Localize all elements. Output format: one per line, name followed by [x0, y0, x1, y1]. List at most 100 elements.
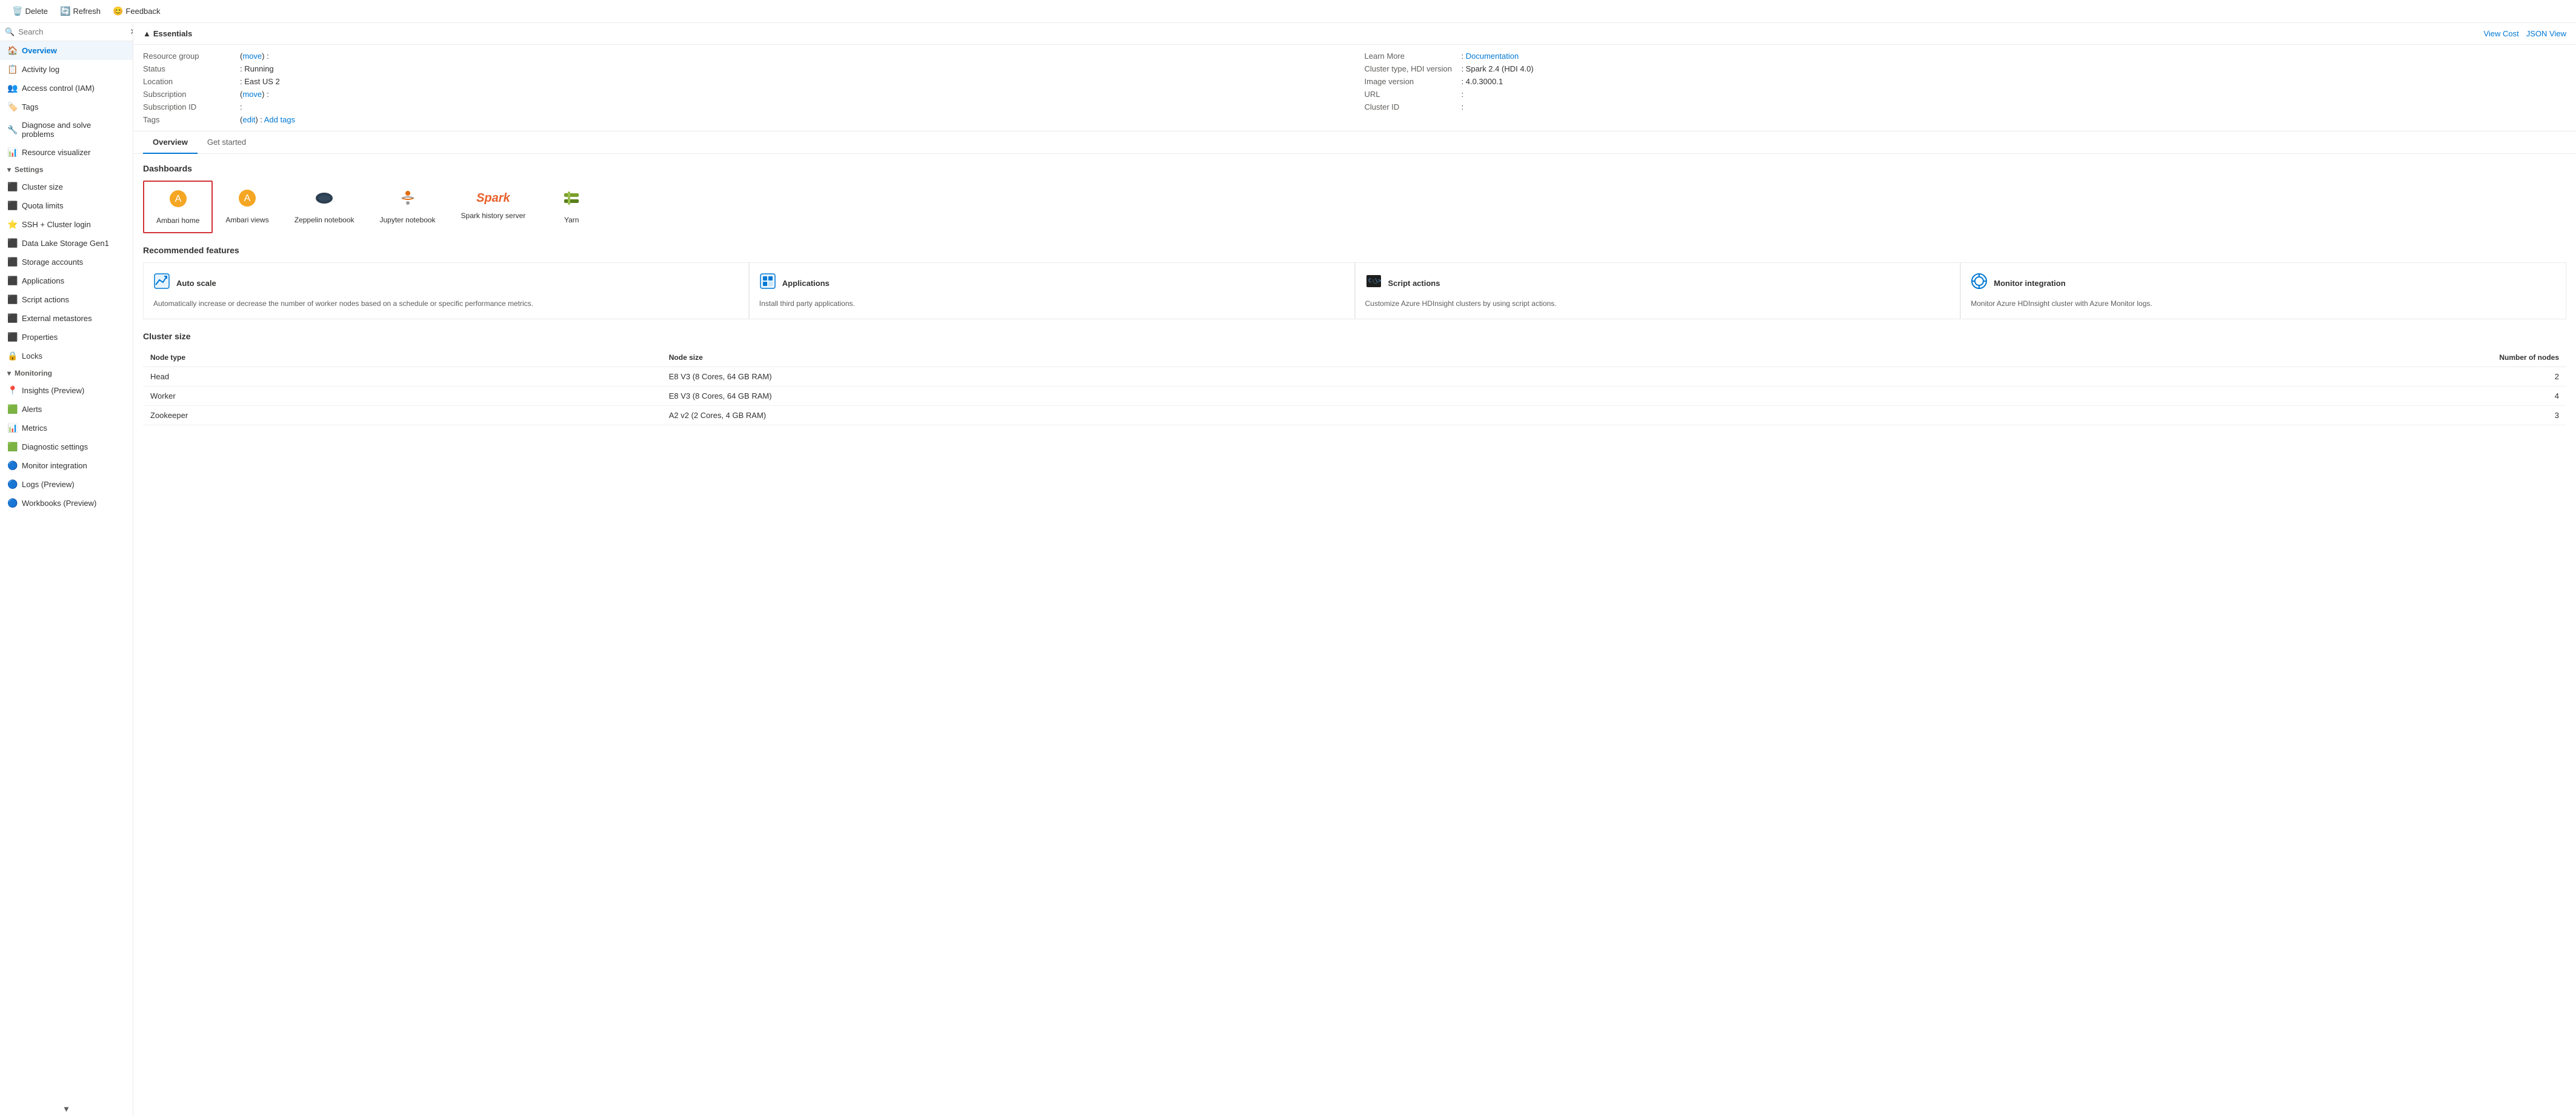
- resource-group-move-link[interactable]: move: [242, 51, 262, 61]
- yarn-icon: [562, 188, 581, 212]
- essentials-resource-group-row: Resource group (move) :: [143, 50, 1345, 62]
- sidebar-item-tags[interactable]: 🏷️ Tags: [0, 98, 133, 116]
- sidebar-item-label: Tags: [22, 102, 38, 111]
- sidebar-item-label: Overview: [22, 46, 57, 55]
- tags-edit-link[interactable]: edit: [242, 115, 255, 124]
- cluster-size-title: Cluster size: [143, 331, 2566, 341]
- tab-get-started[interactable]: Get started: [198, 131, 256, 154]
- sidebar-item-workbooks-preview[interactable]: 🔵 Workbooks (Preview): [0, 494, 133, 513]
- recommended-card-script-actions[interactable]: C:\> _ Script actions Customize Azure HD…: [1355, 262, 1961, 319]
- sidebar-item-diagnostic-settings[interactable]: 🟩 Diagnostic settings: [0, 437, 133, 456]
- essentials-chevron-icon: ▲: [143, 29, 151, 38]
- json-view-link[interactable]: JSON View: [2526, 29, 2566, 38]
- diagnostic-icon: 🟩: [7, 442, 17, 452]
- auto-scale-header: Auto scale: [153, 273, 739, 294]
- feedback-icon: 😊: [113, 6, 123, 16]
- monitor-icon: 🔵: [7, 460, 17, 471]
- refresh-button[interactable]: 🔄 Refresh: [55, 4, 105, 19]
- sidebar-item-resource-visualizer[interactable]: 📊 Resource visualizer: [0, 143, 133, 162]
- status-label: Status: [143, 64, 240, 73]
- feedback-button[interactable]: 😊 Feedback: [108, 4, 165, 19]
- cluster-size-icon: ⬛: [7, 182, 17, 192]
- sidebar-item-activity-log[interactable]: 📋 Activity log: [0, 60, 133, 79]
- recommended-card-applications[interactable]: Applications Install third party applica…: [749, 262, 1355, 319]
- sidebar-item-locks[interactable]: 🔒 Locks: [0, 347, 133, 365]
- sidebar-item-overview[interactable]: 🏠 Overview: [0, 41, 133, 60]
- view-cost-link[interactable]: View Cost: [2483, 29, 2518, 38]
- recommended-card-auto-scale[interactable]: Auto scale Automatically increase or dec…: [143, 262, 749, 319]
- dashboard-item-ambari-views[interactable]: A Ambari views: [213, 181, 281, 233]
- sidebar-item-script-actions[interactable]: ⬛ Script actions: [0, 290, 133, 309]
- sidebar-item-label: Script actions: [22, 295, 69, 304]
- essentials-tags-row: Tags (edit) : Add tags: [143, 113, 1345, 126]
- sidebar-item-quota-limits[interactable]: ⬛ Quota limits: [0, 196, 133, 215]
- essentials-col-left: Resource group (move) : Status : Running…: [133, 45, 1355, 131]
- dashboard-item-zeppelin[interactable]: Zeppelin notebook: [282, 181, 367, 233]
- sidebar-item-storage-accounts[interactable]: ⬛ Storage accounts: [0, 253, 133, 271]
- applications-header: Applications: [759, 273, 1345, 294]
- monitoring-section-header[interactable]: ▾ Monitoring: [0, 365, 133, 381]
- documentation-link[interactable]: Documentation: [1466, 51, 1519, 61]
- add-tags-link[interactable]: Add tags: [264, 115, 295, 124]
- script-actions-rec-title: Script actions: [1388, 279, 1440, 288]
- cluster-id-value: :: [1462, 102, 1464, 111]
- search-input[interactable]: [18, 27, 125, 36]
- external-metastores-icon: ⬛: [7, 313, 17, 324]
- main-content: ▲ Essentials View Cost JSON View Resourc…: [133, 23, 2576, 1116]
- sidebar-item-alerts[interactable]: 🟩 Alerts: [0, 400, 133, 419]
- subscription-move-link[interactable]: move: [242, 90, 262, 99]
- search-close-button[interactable]: ✕: [128, 27, 133, 37]
- cluster-type-label: Cluster type, HDI version: [1365, 64, 1462, 73]
- sidebar-item-label: Diagnose and solve problems: [22, 121, 125, 139]
- essentials-toggle-button[interactable]: ▲ Essentials: [143, 29, 192, 38]
- sidebar-item-monitor-integration[interactable]: 🔵 Monitor integration: [0, 456, 133, 475]
- settings-expand-icon: ▾: [7, 165, 11, 174]
- sidebar-item-label: Workbooks (Preview): [22, 499, 96, 508]
- sidebar-item-ssh-login[interactable]: ⭐ SSH + Cluster login: [0, 215, 133, 234]
- sidebar-item-metrics[interactable]: 📊 Metrics: [0, 419, 133, 437]
- script-actions-rec-desc: Customize Azure HDInsight clusters by us…: [1365, 299, 1951, 309]
- search-icon: 🔍: [5, 27, 15, 37]
- recommended-card-monitor-integration[interactable]: Monitor integration Monitor Azure HDInsi…: [1960, 262, 2566, 319]
- sidebar-item-logs-preview[interactable]: 🔵 Logs (Preview): [0, 475, 133, 494]
- node-type-cell: Worker: [143, 386, 662, 405]
- sidebar-item-data-lake[interactable]: ⬛ Data Lake Storage Gen1: [0, 234, 133, 253]
- status-value: : Running: [240, 64, 274, 73]
- learn-more-value: : Documentation: [1462, 51, 1519, 61]
- sidebar-item-label: Storage accounts: [22, 257, 83, 267]
- spark-history-label: Spark history server: [461, 211, 526, 220]
- quota-limits-icon: ⬛: [7, 201, 17, 211]
- tab-overview[interactable]: Overview: [143, 131, 198, 154]
- delete-button[interactable]: 🗑️ Delete: [7, 4, 53, 19]
- sidebar-item-access-control[interactable]: 👥 Access control (IAM): [0, 79, 133, 98]
- dashboard-item-yarn[interactable]: Yarn: [538, 181, 605, 233]
- ambari-home-label: Ambari home: [156, 216, 199, 225]
- sidebar-item-insights[interactable]: 📍 Insights (Preview): [0, 381, 133, 400]
- monitor-integration-header: Monitor integration: [1971, 273, 2556, 294]
- sidebar-item-external-metastores[interactable]: ⬛ External metastores: [0, 309, 133, 328]
- num-nodes-cell: 3: [1828, 405, 2566, 425]
- subscription-label: Subscription: [143, 90, 240, 99]
- auto-scale-title: Auto scale: [176, 279, 216, 288]
- settings-section-header[interactable]: ▾ Settings: [0, 162, 133, 178]
- recommended-title: Recommended features: [143, 245, 2566, 255]
- diagnose-icon: 🔧: [7, 125, 17, 135]
- sidebar-item-cluster-size[interactable]: ⬛ Cluster size: [0, 178, 133, 196]
- script-actions-rec-icon: C:\> _: [1365, 273, 1382, 294]
- col-node-type: Node type: [143, 348, 662, 367]
- sidebar-item-applications[interactable]: ⬛ Applications: [0, 271, 133, 290]
- sidebar-item-properties[interactable]: ⬛ Properties: [0, 328, 133, 347]
- sidebar-item-label: Metrics: [22, 423, 47, 433]
- url-label: URL: [1365, 90, 1462, 99]
- ambari-views-label: Ambari views: [225, 216, 268, 224]
- sidebar-item-label: Properties: [22, 333, 58, 342]
- jupyter-label: Jupyter notebook: [379, 216, 435, 224]
- scroll-down-button[interactable]: ▼: [62, 1104, 70, 1114]
- dashboard-item-ambari-home[interactable]: A Ambari home: [143, 181, 213, 233]
- spark-history-icon: Spark: [476, 188, 510, 208]
- dashboard-item-spark-history[interactable]: Spark Spark history server: [448, 181, 539, 233]
- sidebar-item-label: Cluster size: [22, 182, 63, 191]
- sidebar-item-diagnose[interactable]: 🔧 Diagnose and solve problems: [0, 116, 133, 143]
- dashboard-item-jupyter[interactable]: Jupyter notebook: [367, 181, 448, 233]
- subscription-value: (move) :: [240, 90, 269, 99]
